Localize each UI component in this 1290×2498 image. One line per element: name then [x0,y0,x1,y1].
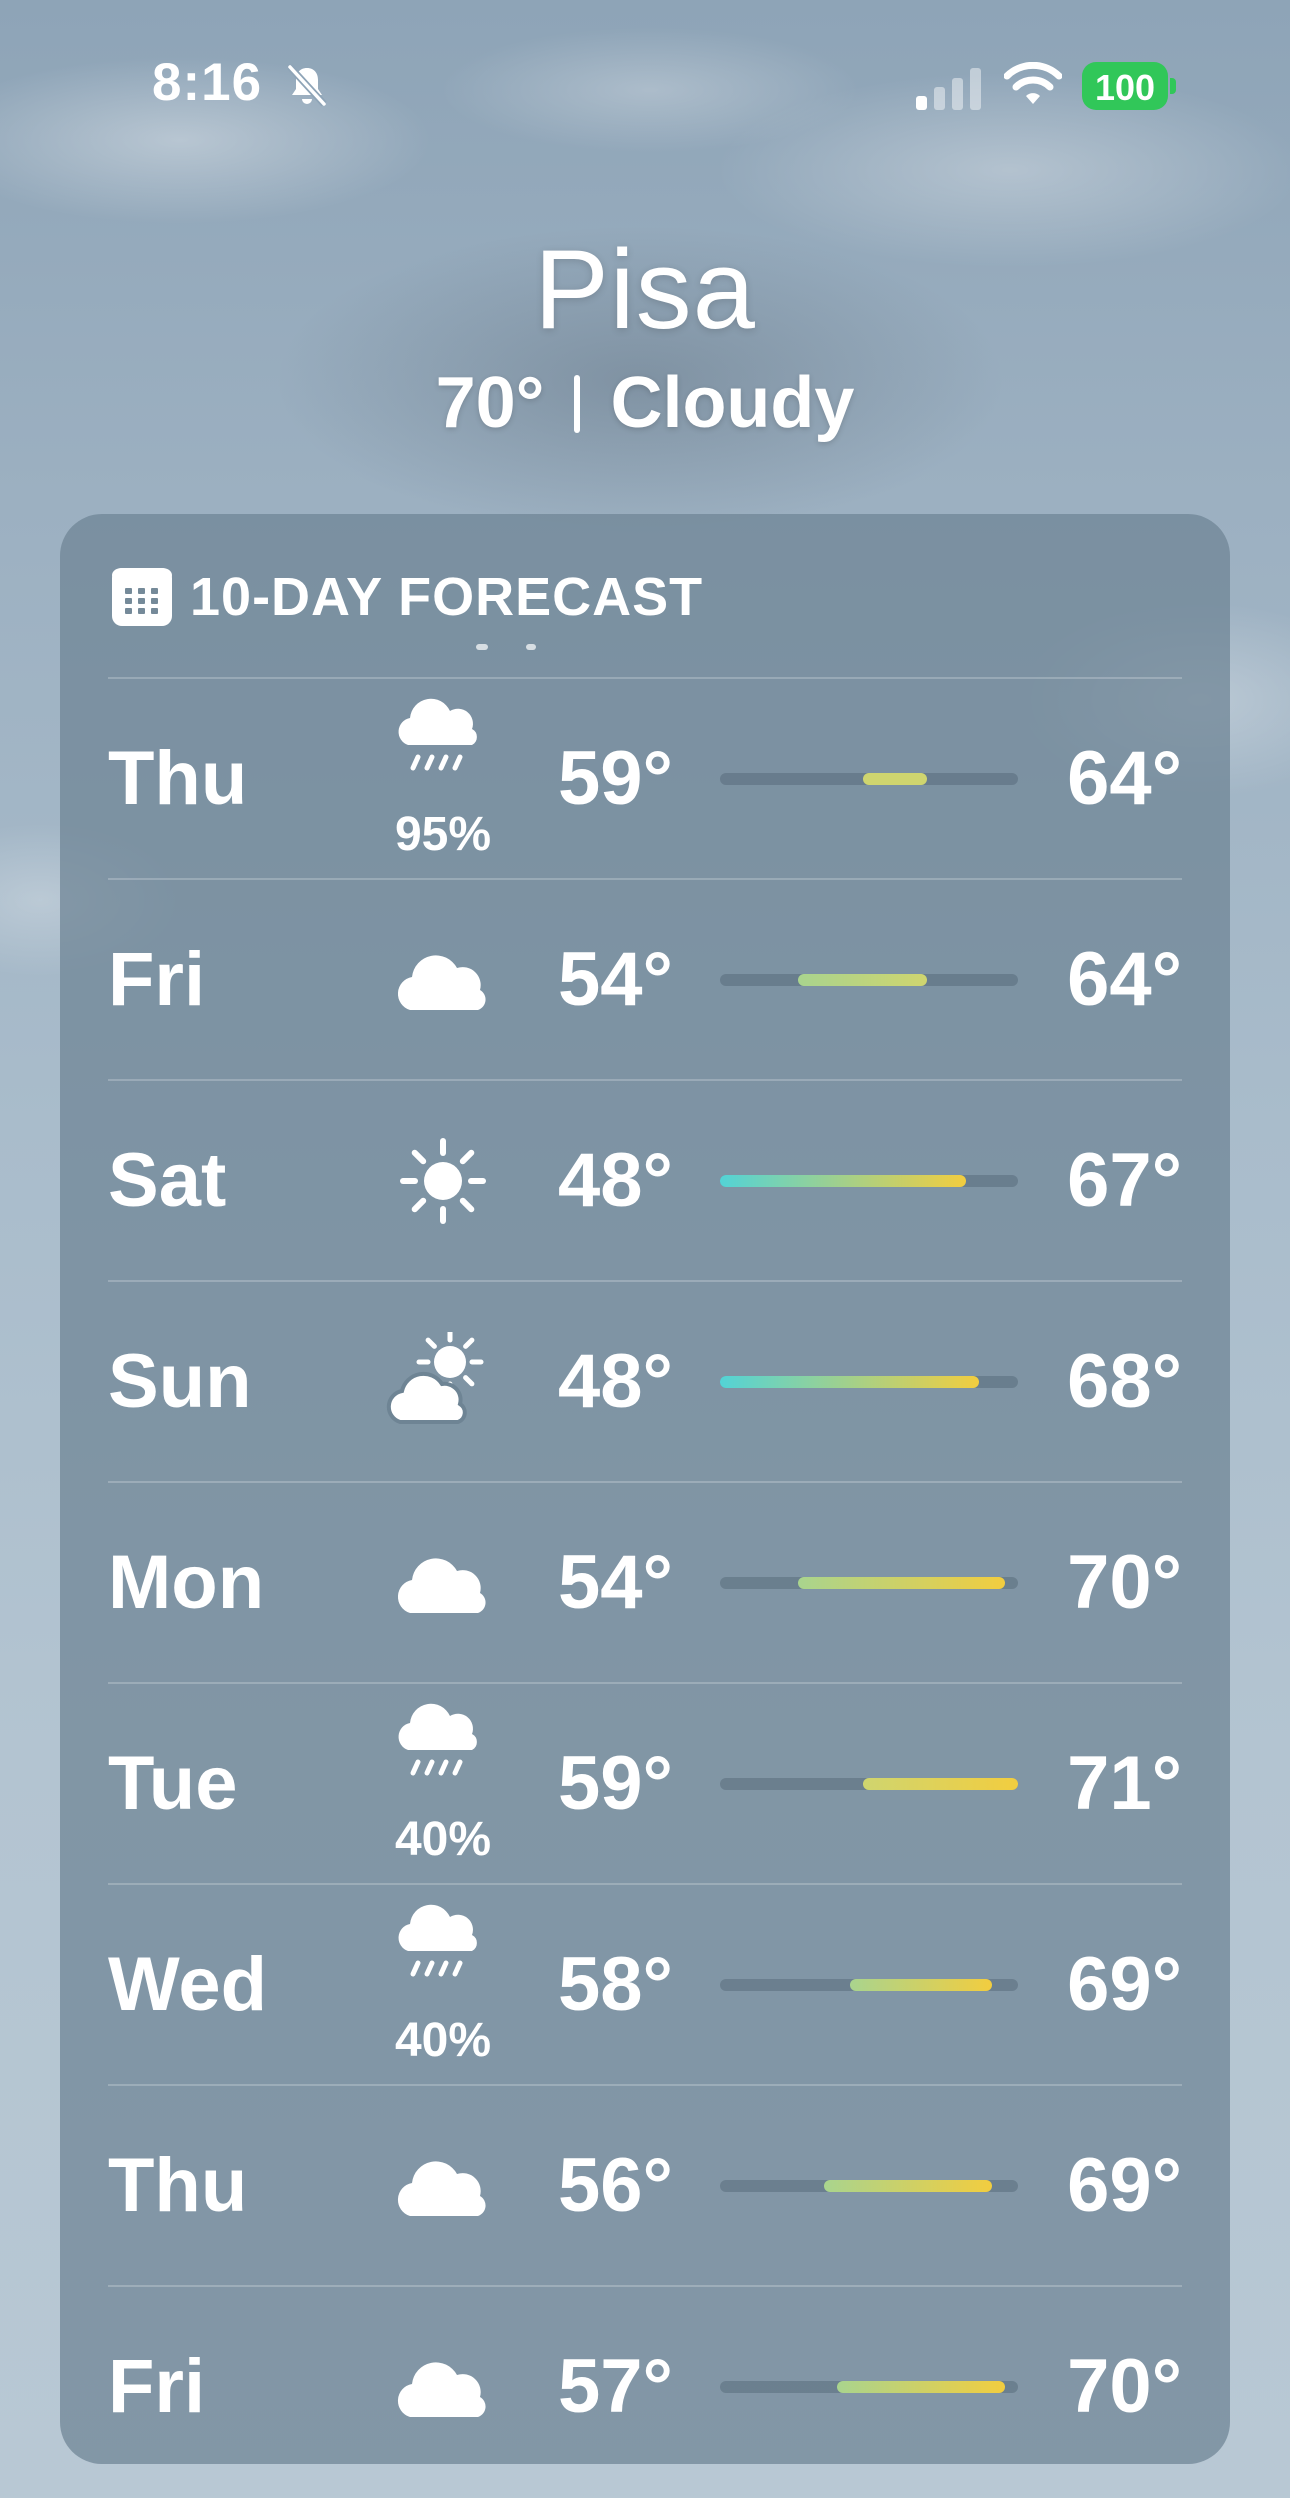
cloud-icon [386,880,496,1079]
high-temp: 68° [1067,1339,1182,1424]
forecast-day: Thu [108,2143,248,2228]
high-temp: 64° [1067,736,1182,821]
city-name: Pisa [534,227,756,352]
low-temp: 58° [558,1942,673,2027]
cloud-icon [386,1483,496,1682]
summary-divider [574,375,581,433]
current-summary: 70° Cloudy [0,362,1290,444]
forecast-day: Tue [108,1741,238,1826]
high-temp: 69° [1067,1942,1182,2027]
temperature-range-bar [720,1577,1018,1589]
forecast-row[interactable]: Thu 95% 59° 64° [108,679,1182,880]
wifi-icon [1004,62,1062,104]
temperature-range-fill [720,1175,967,1187]
temperature-range-fill [823,2180,993,2192]
cloud-icon [386,2086,496,2285]
high-temp: 71° [1067,1741,1182,1826]
temperature-range-bar [720,1979,1018,1991]
calendar-icon [112,568,172,626]
current-temp: 70° [435,363,545,443]
temperature-range-fill [836,2381,1006,2393]
status-time: 8:16 [152,53,263,112]
temperature-range-bar [720,1175,1018,1187]
temperature-range-fill [862,773,928,785]
forecast-row[interactable]: Mon 54° 70° [108,1483,1182,1684]
cloud-sun-icon [386,1282,496,1481]
temperature-range-fill [797,1577,1006,1589]
low-temp: 57° [558,2344,673,2429]
precipitation-chance: 40% [394,1813,492,1866]
precipitation-chance: 40% [394,2014,492,2067]
forecast-header: 10-DAY FORECAST [112,552,703,642]
sun-icon [386,1081,496,1280]
temperature-range-bar [720,1376,1018,1388]
scrolled-row-remnant [476,644,536,650]
low-temp: 59° [558,1741,673,1826]
forecast-day: Sat [108,1138,227,1223]
low-temp: 48° [558,1138,673,1223]
forecast-row[interactable]: Sun 48° 68° [108,1282,1182,1483]
forecast-row[interactable]: Fri 57° 70° [108,2287,1182,2464]
high-temp: 67° [1067,1138,1182,1223]
cellular-signal-icon [916,68,981,110]
temperature-range-bar [720,2180,1018,2192]
temperature-range-fill [849,1979,993,1991]
low-temp: 48° [558,1339,673,1424]
forecast-title: 10-DAY FORECAST [190,567,704,627]
forecast-row[interactable]: Sat 48° 67° [108,1081,1182,1282]
temperature-range-bar [720,1778,1018,1790]
battery-icon: 100 [1082,62,1176,110]
forecast-row[interactable]: Wed 40% 58° 69° [108,1885,1182,2086]
forecast-day: Thu [108,736,248,821]
forecast-day: Fri [108,2344,206,2429]
precipitation-chance: 95% [394,808,492,861]
low-temp: 54° [558,1540,673,1625]
forecast-row[interactable]: Tue 40% 59° 71° [108,1684,1182,1885]
forecast-rows: Thu 95% 59° 64° Fri 54° 64° Sat 48° 67° Sun 48° 6… [108,679,1182,2464]
high-temp: 64° [1067,937,1182,1022]
status-bar: 8:16 100 [0,0,1290,150]
temperature-range-bar [720,773,1018,785]
battery-level: 100 [1094,67,1156,108]
forecast-day: Mon [108,1540,265,1625]
high-temp: 69° [1067,2143,1182,2228]
forecast-row[interactable]: Fri 54° 64° [108,880,1182,1081]
temperature-range-fill [862,1778,1018,1790]
low-temp: 59° [558,736,673,821]
current-condition: Cloudy [610,363,855,443]
ten-day-forecast-card[interactable]: 10-DAY FORECAST Thu 95% 59° 64° Fri 54° 64° Sa… [60,514,1230,2464]
forecast-row[interactable]: Thu 56° 69° [108,2086,1182,2287]
high-temp: 70° [1067,2344,1182,2429]
forecast-day: Sun [108,1339,252,1424]
bell-slash-icon [287,64,327,107]
temperature-range-fill [720,1376,980,1388]
temperature-range-fill [797,974,928,986]
low-temp: 54° [558,937,673,1022]
cloud-icon [386,2287,496,2464]
temperature-range-bar [720,2381,1018,2393]
forecast-day: Wed [108,1942,268,2027]
temperature-range-bar [720,974,1018,986]
forecast-day: Fri [108,937,206,1022]
high-temp: 70° [1067,1540,1182,1625]
low-temp: 56° [558,2143,673,2228]
